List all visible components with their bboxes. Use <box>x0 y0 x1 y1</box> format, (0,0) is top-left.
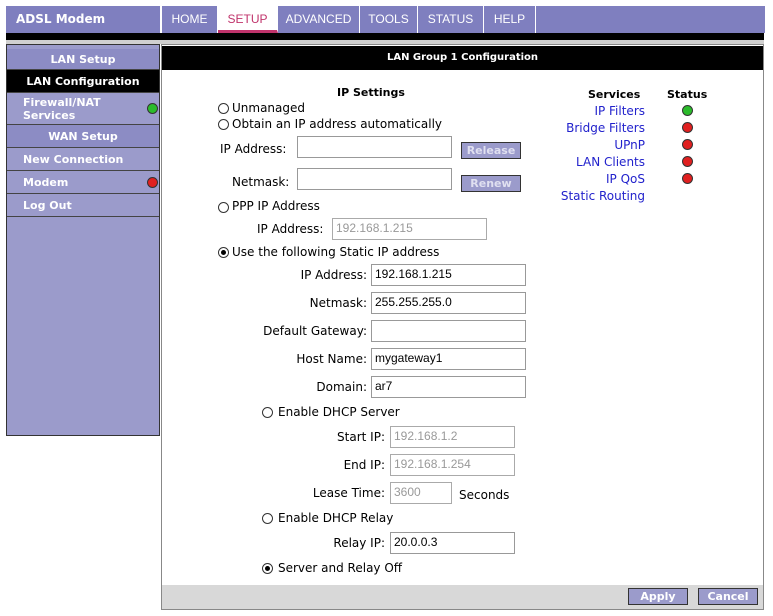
status-red-icon <box>147 177 158 188</box>
ppp-ip-address-label: IP Address: <box>257 222 324 236</box>
start-ip-label: Start IP: <box>337 430 385 444</box>
sidebar: LAN Setup LAN Configuration Firewall/NAT… <box>6 44 160 436</box>
service-upnp-link[interactable]: UPnP <box>540 138 645 152</box>
relay-ip-label: Relay IP: <box>333 536 385 550</box>
static-netmask-input[interactable]: 255.255.255.0 <box>371 292 526 314</box>
tab-status[interactable]: STATUS <box>418 6 484 33</box>
lease-time-input[interactable]: 3600 <box>390 482 452 504</box>
end-ip-input[interactable]: 192.168.1.254 <box>390 454 515 476</box>
dhcp-server-radio[interactable] <box>262 407 273 418</box>
lease-unit-label: Seconds <box>459 488 510 502</box>
sidebar-item-log-out[interactable]: Log Out <box>7 194 159 217</box>
static-ip-label: Use the following Static IP address <box>232 245 440 259</box>
sidebar-item-label: Modem <box>23 176 69 189</box>
status-title: Status <box>667 88 708 101</box>
lease-time-label: Lease Time: <box>312 486 385 500</box>
page-title: LAN Group 1 Configuration <box>162 46 763 70</box>
services-title: Services <box>588 88 641 101</box>
sidebar-item-modem[interactable]: Modem <box>7 171 159 194</box>
host-name-label: Host Name: <box>296 352 367 366</box>
sidebar-item-firewall-nat[interactable]: Firewall/NAT Services <box>7 93 159 125</box>
tab-advanced[interactable]: ADVANCED <box>278 6 360 33</box>
obtain-auto-label: Obtain an IP address automatically <box>232 117 443 131</box>
auto-ip-label: IP Address: <box>220 142 287 156</box>
unmanaged-label: Unmanaged <box>232 101 306 115</box>
app-title: ADSL Modem <box>6 6 160 33</box>
renew-button[interactable]: Renew <box>461 175 521 192</box>
status-red-icon <box>682 156 693 167</box>
sidebar-item-label: Firewall/NAT Services <box>23 96 101 122</box>
auto-netmask-label: Netmask: <box>232 175 290 189</box>
server-relay-off-label: Server and Relay Off <box>278 561 403 575</box>
static-ip-input[interactable]: 192.168.1.215 <box>371 264 526 286</box>
obtain-auto-radio[interactable] <box>218 119 229 130</box>
static-ip-radio[interactable] <box>218 247 229 258</box>
relay-ip-input[interactable]: 20.0.0.3 <box>390 532 515 554</box>
tab-tools[interactable]: TOOLS <box>360 6 418 33</box>
service-ip-qos-link[interactable]: IP QoS <box>540 172 645 186</box>
dhcp-relay-radio[interactable] <box>262 513 273 524</box>
start-ip-input[interactable]: 192.168.1.2 <box>390 426 515 448</box>
sidebar-item-new-connection[interactable]: New Connection <box>7 148 159 171</box>
tab-home[interactable]: HOME <box>162 6 218 33</box>
service-bridge-filters-link[interactable]: Bridge Filters <box>540 121 645 135</box>
dhcp-relay-label: Enable DHCP Relay <box>278 511 394 525</box>
status-red-icon <box>682 139 693 150</box>
default-gateway-input[interactable] <box>371 320 526 342</box>
sidebar-item-lan-setup[interactable]: LAN Setup <box>7 49 159 70</box>
domain-input[interactable]: ar7 <box>371 376 526 398</box>
ppp-ip-label: PPP IP Address <box>232 199 320 213</box>
host-name-input[interactable]: mygateway1 <box>371 348 526 370</box>
sidebar-item-wan-setup[interactable]: WAN Setup <box>7 125 159 148</box>
header-divider <box>6 33 764 40</box>
top-nav: HOME SETUP ADVANCED TOOLS STATUS HELP <box>161 6 765 33</box>
status-green-icon <box>147 103 158 114</box>
static-ip-address-label: IP Address: <box>300 268 367 282</box>
ip-settings-title: IP Settings <box>337 86 405 99</box>
auto-netmask-input[interactable] <box>297 168 452 190</box>
auto-ip-input[interactable] <box>297 136 452 158</box>
status-red-icon <box>682 173 693 184</box>
apply-button[interactable]: Apply <box>628 588 688 605</box>
unmanaged-radio[interactable] <box>218 103 229 114</box>
tab-setup[interactable]: SETUP <box>218 6 278 33</box>
status-red-icon <box>682 122 693 133</box>
domain-label: Domain: <box>316 380 367 394</box>
sidebar-item-lan-configuration[interactable]: LAN Configuration <box>7 70 159 93</box>
end-ip-label: End IP: <box>343 458 385 472</box>
server-relay-off-radio[interactable] <box>262 563 273 574</box>
static-netmask-label: Netmask: <box>309 296 367 310</box>
release-button[interactable]: Release <box>461 142 521 159</box>
status-green-icon <box>682 105 693 116</box>
ppp-ip-radio[interactable] <box>218 202 229 213</box>
dhcp-server-label: Enable DHCP Server <box>278 405 400 419</box>
service-lan-clients-link[interactable]: LAN Clients <box>540 155 645 169</box>
service-static-routing-link[interactable]: Static Routing <box>540 189 645 203</box>
tab-help[interactable]: HELP <box>484 6 536 33</box>
cancel-button[interactable]: Cancel <box>698 588 758 605</box>
default-gateway-label: Default Gateway: <box>263 324 367 338</box>
ppp-ip-input[interactable]: 192.168.1.215 <box>332 218 487 240</box>
service-ip-filters-link[interactable]: IP Filters <box>540 104 645 118</box>
